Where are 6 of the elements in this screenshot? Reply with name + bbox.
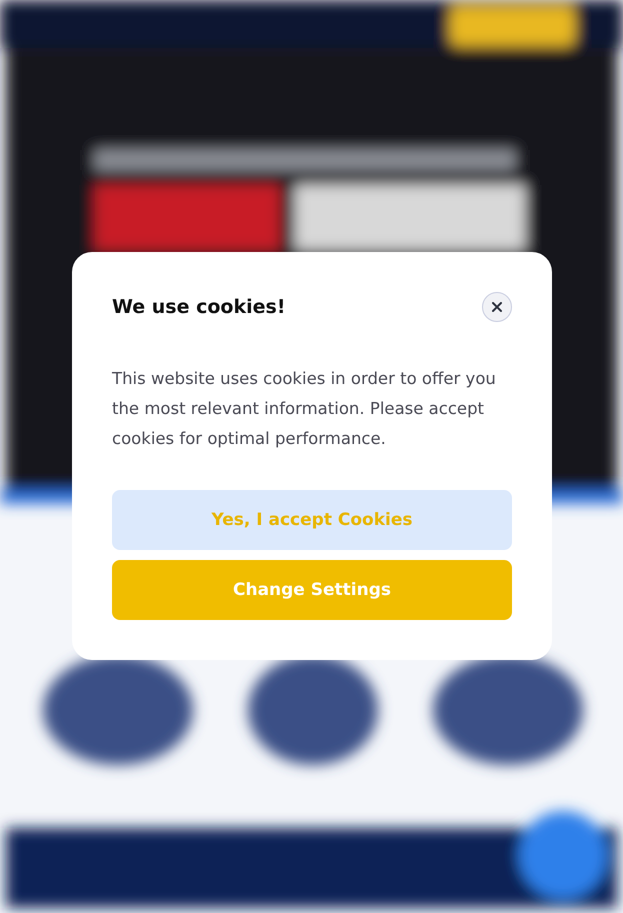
accept-button[interactable]: Yes, I accept Cookies bbox=[112, 490, 512, 550]
dialog-title: We use cookies! bbox=[112, 296, 286, 318]
settings-button[interactable]: Change Settings bbox=[112, 560, 512, 620]
close-icon bbox=[492, 302, 502, 312]
dialog-message: This website uses cookies in order to offer you the most relevant information. Please accept cookies for optimal performance. bbox=[112, 368, 497, 450]
close-button[interactable] bbox=[482, 292, 512, 322]
